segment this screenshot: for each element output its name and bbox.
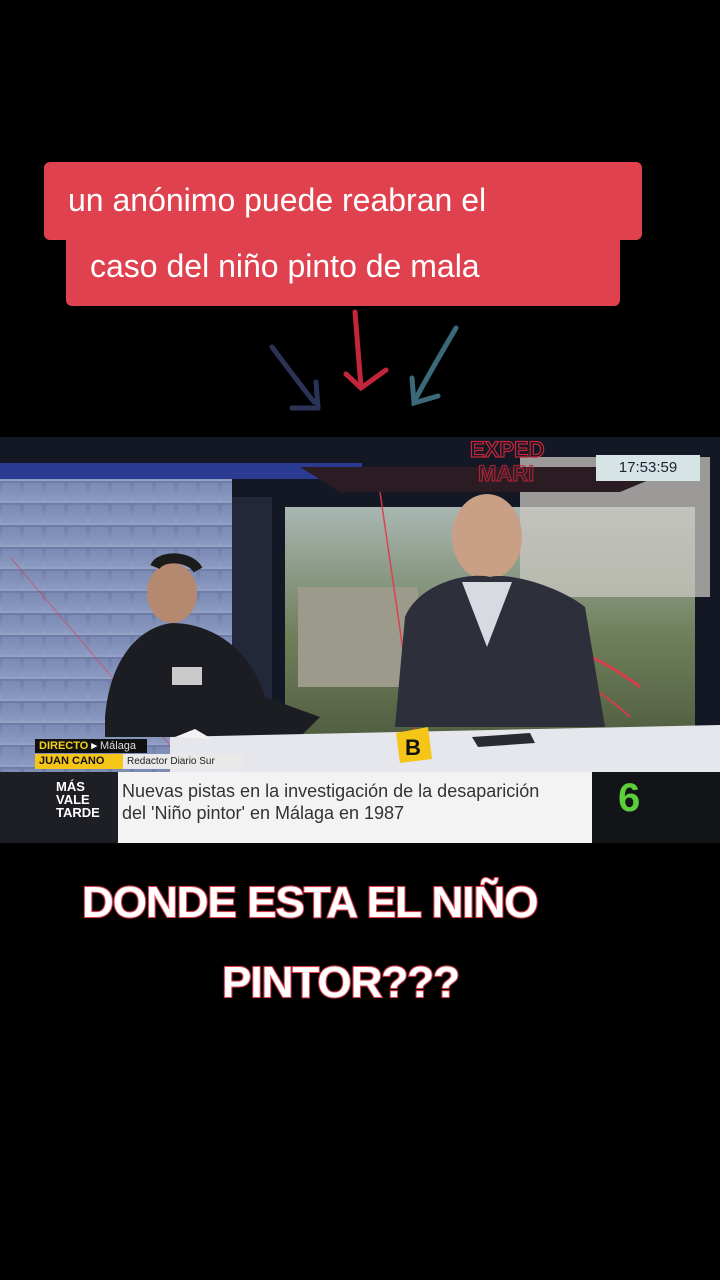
backdrop-text-1: EXPED xyxy=(470,437,545,462)
show-logo-word-3: TARDE xyxy=(56,805,100,820)
arrow-down-icon xyxy=(343,309,389,392)
backdrop-text-2: MARI xyxy=(478,461,534,486)
news-headline-line-1: Nuevas pistas en la investigación de la … xyxy=(122,781,540,801)
channel-logo xyxy=(592,772,720,843)
show-logo: MÁS VALE TARDE xyxy=(0,772,118,843)
broadcast-clock: 17:53:59 xyxy=(596,455,700,481)
guest-role: Redactor Diario Sur xyxy=(123,754,243,769)
arrow-down-left-icon xyxy=(269,344,321,411)
news-headline-line-2: del 'Niño pintor' en Málaga en 1987 xyxy=(122,803,405,823)
arrow-down-right-icon xyxy=(409,325,459,407)
caption-line-2: caso del niño pinto de mala xyxy=(66,228,620,306)
live-badge: DIRECTO ▸ Málaga xyxy=(35,739,147,753)
desk-letter: B xyxy=(405,735,421,760)
bottom-caption-line-1: DONDE ESTA EL NIÑO xyxy=(81,877,539,928)
arrows-group xyxy=(269,309,459,411)
news-headline: Nuevas pistas en la investigación de la … xyxy=(122,780,592,824)
play-marker-icon: ▸ xyxy=(91,740,97,752)
live-location: Málaga xyxy=(99,740,137,752)
live-label: DIRECTO xyxy=(39,740,89,752)
bottom-caption-line-2: PINTOR??? xyxy=(221,957,461,1008)
guest-name: JUAN CANO xyxy=(35,754,124,769)
channel-number: 6 xyxy=(618,776,641,820)
